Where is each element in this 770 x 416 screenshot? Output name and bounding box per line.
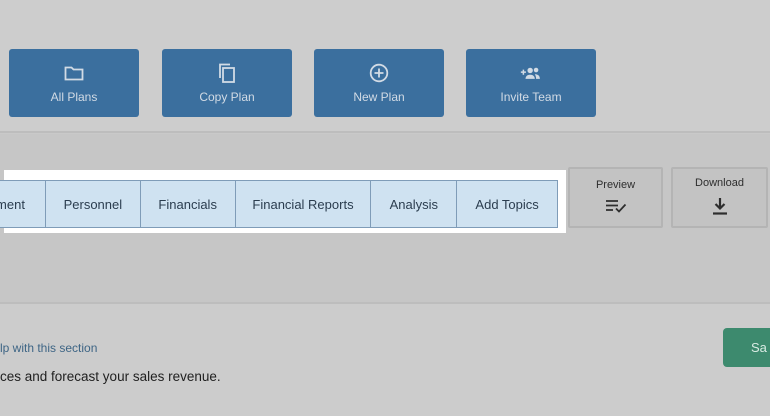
section-content: [0, 304, 770, 416]
help-link[interactable]: lp with this section: [0, 341, 97, 355]
tab-financial-reports[interactable]: Financial Reports: [234, 181, 371, 227]
save-button[interactable]: Sa: [723, 328, 770, 367]
tab-analysis[interactable]: Analysis: [370, 181, 457, 227]
invite-team-button[interactable]: Invite Team: [466, 49, 596, 117]
copy-plan-button[interactable]: Copy Plan: [162, 49, 292, 117]
tab-label: Financials: [158, 196, 217, 212]
new-plan-label: New Plan: [353, 90, 405, 104]
download-button[interactable]: Download: [671, 167, 768, 228]
tab-personnel[interactable]: Personnel: [44, 181, 140, 227]
save-label: Sa: [751, 340, 767, 355]
tab-label: Personnel: [63, 196, 123, 212]
all-plans-button[interactable]: All Plans: [9, 49, 139, 117]
download-label: Download: [695, 177, 744, 189]
tab-label: ment: [0, 196, 25, 212]
toolbar-divider: [0, 131, 770, 133]
all-plans-label: All Plans: [50, 90, 98, 104]
preview-button[interactable]: Preview: [568, 167, 663, 228]
tab-label: Financial Reports: [252, 196, 354, 212]
copy-icon: [216, 62, 238, 84]
tab-add-topics[interactable]: Add Topics: [456, 181, 558, 227]
preview-label: Preview: [595, 179, 636, 191]
checklist-icon: [605, 199, 627, 216]
download-icon: [712, 197, 728, 218]
section-tabs: ment Personnel Financials Financial Repo…: [0, 180, 558, 228]
folder-icon: [63, 62, 85, 84]
plus-circle-icon: [368, 62, 390, 84]
copy-plan-label: Copy Plan: [199, 90, 255, 104]
section-hint: ces and forecast your sales revenue.: [0, 369, 221, 384]
tab-financials[interactable]: Financials: [139, 181, 235, 227]
add-users-icon: [520, 62, 542, 84]
tab-management[interactable]: ment: [0, 181, 45, 227]
tab-label: Analysis: [389, 196, 438, 212]
tab-label: Add Topics: [475, 196, 539, 212]
invite-team-label: Invite Team: [500, 90, 562, 104]
new-plan-button[interactable]: New Plan: [314, 49, 444, 117]
